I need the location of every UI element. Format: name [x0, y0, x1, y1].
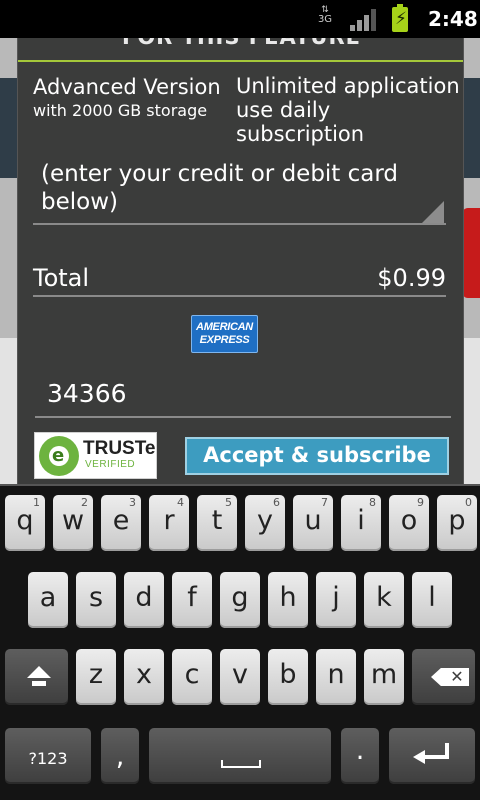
key-j[interactable]: j: [316, 572, 356, 628]
key-m[interactable]: m: [364, 649, 404, 705]
plan-name: Advanced Version: [33, 75, 221, 99]
plan-description-line2: use daily subscription: [236, 98, 365, 146]
card-input-field[interactable]: 34366: [35, 376, 451, 418]
enter-arrow-icon: [413, 743, 453, 769]
space-key[interactable]: [149, 728, 331, 784]
key-x[interactable]: x: [124, 649, 164, 705]
key-p[interactable]: 0p: [437, 495, 477, 551]
dropdown-corner-icon: [422, 201, 444, 223]
key-i[interactable]: 8i: [341, 495, 381, 551]
battery-charging-icon: ⚡: [392, 4, 408, 32]
key-y[interactable]: 6y: [245, 495, 285, 551]
shift-key[interactable]: [5, 649, 68, 705]
plan-detail: with 2000 GB storage: [33, 101, 208, 120]
key-r[interactable]: 4r: [149, 495, 189, 551]
total-label: Total: [33, 264, 90, 292]
status-time: 2:48: [428, 7, 478, 31]
subscription-dialog: FOR THIS FEATURE Advanced Version with 2…: [17, 38, 464, 484]
key-s[interactable]: s: [76, 572, 116, 628]
american-express-logo: AMERICAN EXPRESS: [191, 315, 258, 353]
key-e[interactable]: 3e: [101, 495, 141, 551]
shift-arrow-icon: [27, 666, 51, 686]
3g-data-icon: ⇅ 3G: [317, 5, 333, 25]
truste-name: TRUSTe: [83, 438, 156, 459]
card-select-line2: below): [41, 189, 118, 215]
key-f[interactable]: f: [172, 572, 212, 628]
key-n[interactable]: n: [316, 649, 356, 705]
key-b[interactable]: b: [268, 649, 308, 705]
delete-key[interactable]: ✕: [412, 649, 475, 705]
card-type-spinner[interactable]: (enter your credit or debit card below): [33, 158, 446, 225]
comma-key[interactable]: ,: [101, 728, 139, 784]
total-amount: $0.99: [377, 264, 446, 292]
plan-description: Unlimited application use daily subscrip…: [236, 74, 463, 146]
signal-icon: [350, 9, 376, 31]
key-w[interactable]: 2w: [53, 495, 93, 551]
total-row: Total $0.99: [33, 262, 446, 297]
enter-key[interactable]: [389, 728, 475, 784]
space-bar-icon: [221, 760, 261, 768]
title-divider: [18, 60, 463, 62]
key-l[interactable]: l: [412, 572, 452, 628]
key-h[interactable]: h: [268, 572, 308, 628]
plan-description-line1: Unlimited application: [236, 74, 460, 98]
key-c[interactable]: c: [172, 649, 212, 705]
truste-verified-badge[interactable]: e TRUSTe VERIFIED: [34, 432, 157, 479]
key-z[interactable]: z: [76, 649, 116, 705]
backspace-icon: ✕: [431, 668, 469, 686]
key-k[interactable]: k: [364, 572, 404, 628]
dialog-title: FOR THIS FEATURE: [18, 38, 463, 50]
key-u[interactable]: 7u: [293, 495, 333, 551]
key-t[interactable]: 5t: [197, 495, 237, 551]
card-select-line1: (enter your credit or debit card: [41, 161, 399, 187]
soft-keyboard: 1q2w3e4r5t6y7u8i9o0p asdfghjkl zxcvbnm ?…: [0, 484, 480, 800]
key-o[interactable]: 9o: [389, 495, 429, 551]
symbols-key[interactable]: ?123: [5, 728, 91, 784]
key-g[interactable]: g: [220, 572, 260, 628]
key-a[interactable]: a: [28, 572, 68, 628]
key-q[interactable]: 1q: [5, 495, 45, 551]
period-key[interactable]: .: [341, 728, 379, 784]
plan-name-block: Advanced Version with 2000 GB storage: [33, 74, 221, 122]
truste-status: VERIFIED: [85, 459, 136, 470]
accept-subscribe-button[interactable]: Accept & subscribe: [185, 437, 449, 475]
key-v[interactable]: v: [220, 649, 260, 705]
status-bar: ⇅ 3G ⚡ 2:48: [0, 0, 480, 38]
key-d[interactable]: d: [124, 572, 164, 628]
truste-logo-icon: e: [39, 436, 79, 476]
